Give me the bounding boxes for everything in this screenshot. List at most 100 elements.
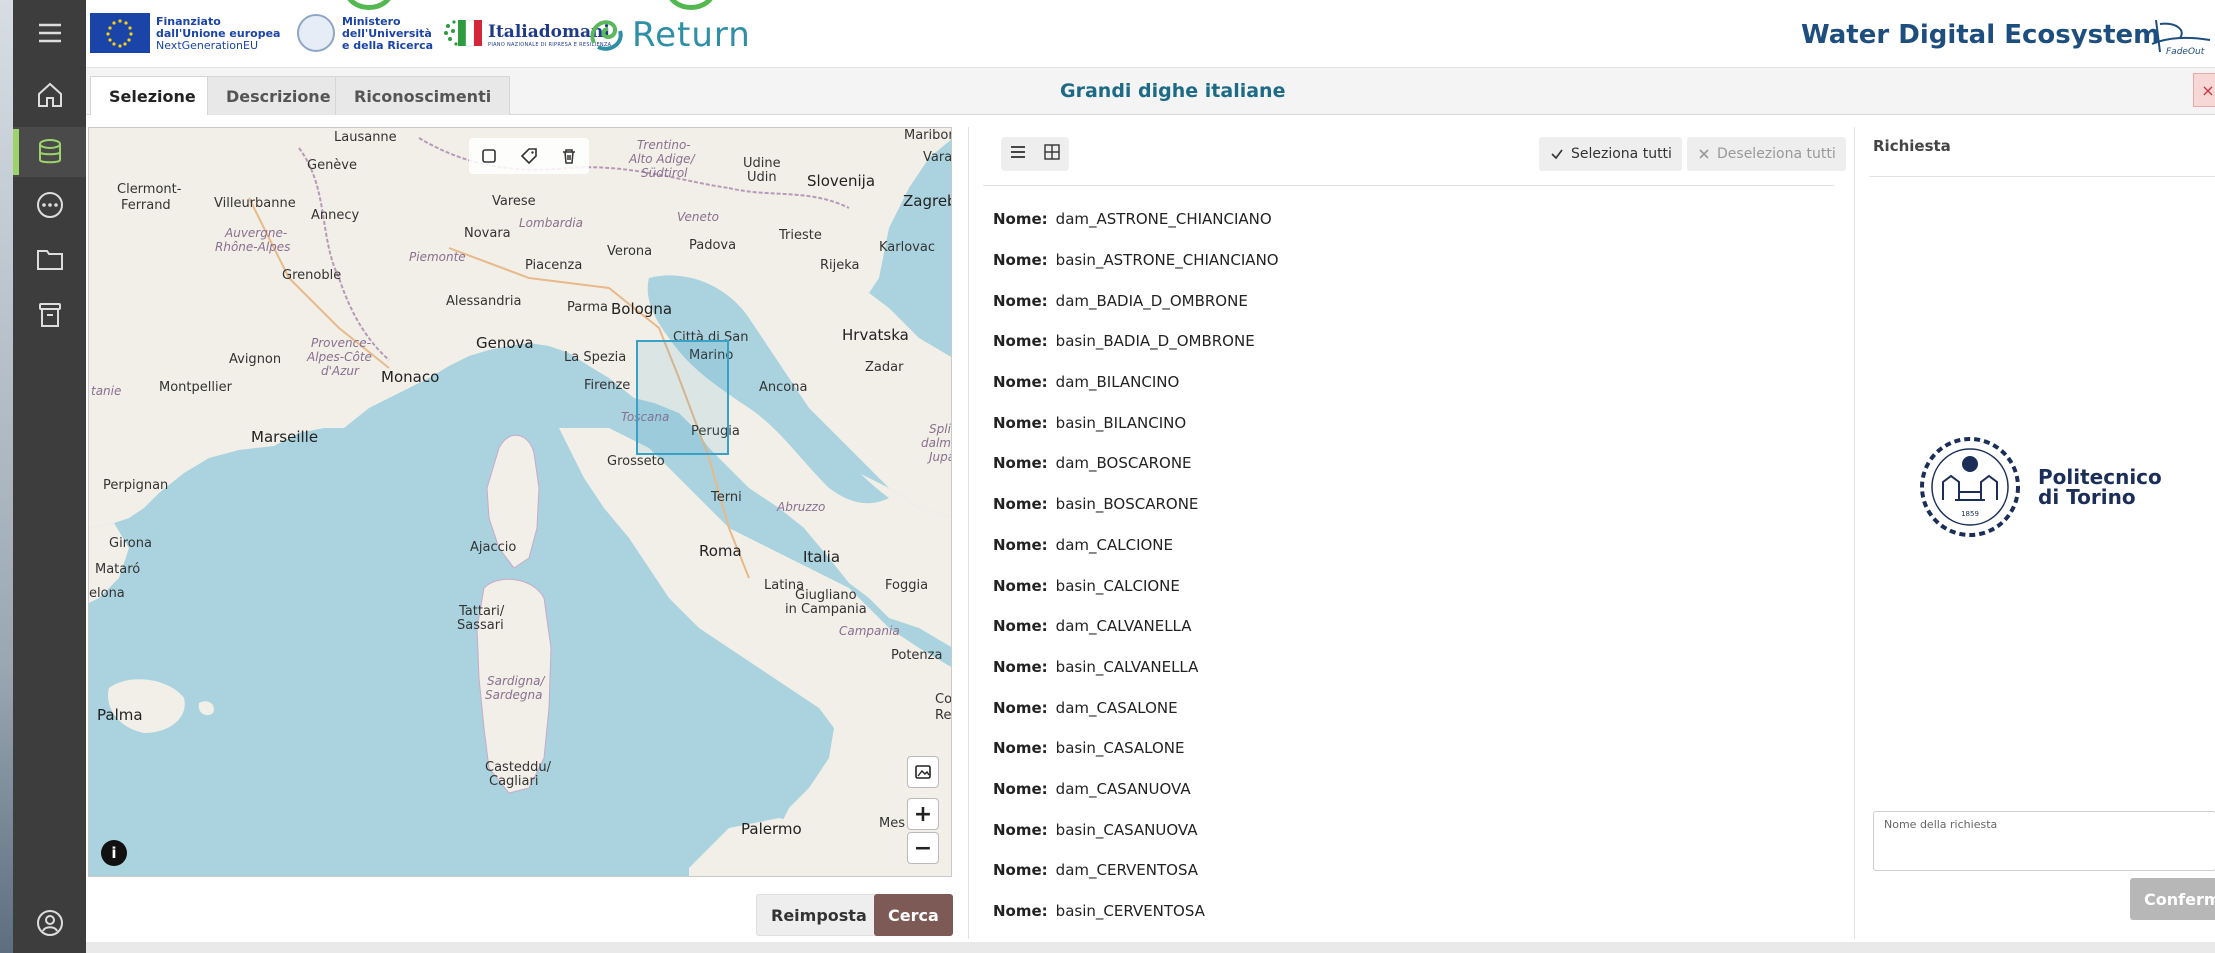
list-item[interactable]: Nome: basin_BOSCARONE bbox=[993, 484, 1833, 525]
list-item[interactable]: Nome: dam_BILANCINO bbox=[993, 362, 1833, 403]
map-label: Lausanne bbox=[334, 130, 397, 145]
zoom-out-button[interactable]: − bbox=[907, 832, 939, 864]
map-label: Alessandria bbox=[446, 294, 522, 309]
list-item-key: Nome: bbox=[993, 779, 1048, 798]
map-label: Rijeka bbox=[820, 258, 860, 273]
map-label: Sardigna/ bbox=[487, 674, 545, 688]
trash-icon[interactable] bbox=[558, 145, 580, 167]
list-item[interactable]: Nome: dam_CASANUOVA bbox=[993, 769, 1833, 810]
more-icon[interactable] bbox=[13, 180, 86, 230]
list-item[interactable]: Nome: basin_CASANUOVA bbox=[993, 809, 1833, 850]
image-layer-icon[interactable] bbox=[907, 756, 939, 788]
tag-icon[interactable] bbox=[518, 145, 540, 167]
close-button[interactable]: × bbox=[2193, 73, 2215, 107]
grid-view-icon[interactable] bbox=[1043, 143, 1061, 165]
map-label: Piemonte bbox=[409, 250, 466, 264]
politecnico-line-2: di Torino bbox=[2038, 485, 2136, 509]
tab-selezione[interactable]: Selezione bbox=[90, 76, 215, 115]
map-label: Rhône-Alpes bbox=[215, 240, 291, 254]
request-title: Richiesta bbox=[1873, 137, 1951, 155]
list-item-key: Nome: bbox=[993, 251, 1048, 270]
list-item-key: Nome: bbox=[993, 902, 1048, 921]
return-logo: Return bbox=[586, 10, 751, 60]
list-item-value: basin_BADIA_D_OMBRONE bbox=[1055, 332, 1255, 351]
list-item[interactable]: Nome: dam_ASTRONE_CHIANCIANO bbox=[993, 199, 1833, 240]
selection-rectangle[interactable] bbox=[636, 340, 729, 455]
list-item[interactable]: Nome: dam_CERVENTOSA bbox=[993, 850, 1833, 891]
deselect-all-button[interactable]: Deseleziona tutti bbox=[1687, 137, 1846, 171]
app-window: Finanziato dall'Unione europea NextGener… bbox=[0, 0, 2215, 953]
list-item-value: dam_BADIA_D_OMBRONE bbox=[1055, 291, 1248, 310]
map-label: Alto Adige/ bbox=[629, 152, 695, 166]
map-label: Co bbox=[935, 692, 952, 707]
map-label: Verona bbox=[607, 244, 653, 259]
list-item-value: basin_CALVANELLA bbox=[1055, 657, 1199, 676]
list-item[interactable]: Nome: basin_ASTRONE_CHIANCIANO bbox=[993, 240, 1833, 281]
list-item-value: dam_ASTRONE_CHIANCIANO bbox=[1055, 210, 1272, 229]
menu-icon[interactable] bbox=[13, 8, 86, 58]
list-item-key: Nome: bbox=[993, 210, 1048, 229]
user-icon[interactable] bbox=[13, 898, 86, 948]
zoom-in-button[interactable]: + bbox=[907, 798, 939, 830]
list-item[interactable]: Nome: dam_CASALONE bbox=[993, 687, 1833, 728]
list-item[interactable]: Nome: dam_CALVANELLA bbox=[993, 606, 1833, 647]
archive-icon[interactable] bbox=[13, 290, 86, 340]
list-item-value: basin_CERVENTOSA bbox=[1055, 902, 1205, 921]
request-name-field[interactable]: Nome della richiesta bbox=[1873, 811, 2215, 871]
list-view-icon[interactable] bbox=[1009, 143, 1027, 165]
request-name-label: Nome della richiesta bbox=[1884, 818, 1998, 831]
database-icon[interactable] bbox=[13, 127, 86, 177]
list-item[interactable]: Nome: basin_CASALONE bbox=[993, 728, 1833, 769]
decorative-circle bbox=[666, 0, 716, 10]
map-label: Padova bbox=[689, 238, 737, 253]
map-label: Alpes-Côte bbox=[307, 350, 372, 364]
reset-button[interactable]: Reimposta bbox=[756, 894, 882, 936]
list-item-key: Nome: bbox=[993, 454, 1048, 473]
list-item[interactable]: Nome: basin_CERVENTOSA bbox=[993, 891, 1833, 932]
politecnico-name: Politecnico di Torino bbox=[2038, 467, 2162, 507]
map-label: Tattari/ bbox=[459, 604, 505, 619]
map-label: Parma bbox=[567, 300, 608, 315]
list-item-key: Nome: bbox=[993, 495, 1048, 514]
request-name-input[interactable] bbox=[1882, 836, 2202, 864]
divider bbox=[983, 185, 1834, 186]
list-item-value: basin_CASANUOVA bbox=[1055, 820, 1198, 839]
list-item[interactable]: Nome: dam_BADIA_D_OMBRONE bbox=[993, 280, 1833, 321]
list-item[interactable]: Nome: basin_BILANCINO bbox=[993, 402, 1833, 443]
tab-descrizione[interactable]: Descrizione bbox=[207, 76, 350, 115]
list-item[interactable]: Nome:dam_CHIOCCHIO bbox=[993, 931, 1833, 939]
home-icon[interactable] bbox=[13, 70, 86, 120]
map-label: Genève bbox=[307, 158, 358, 173]
list-item-value: dam_BOSCARONE bbox=[1055, 454, 1192, 473]
folder-icon[interactable] bbox=[13, 234, 86, 284]
request-panel: Richiesta 1859 Politecnico di Torino Nom… bbox=[1854, 127, 2215, 939]
map-view[interactable]: Lausanne Genève Clermont- Ferrand Villeu… bbox=[88, 127, 952, 877]
list-item[interactable]: Nome: basin_BADIA_D_OMBRONE bbox=[993, 321, 1833, 362]
eu-flag-logo bbox=[90, 13, 150, 53]
map-label: Palma bbox=[97, 706, 143, 724]
bottom-edge bbox=[86, 942, 2215, 953]
map-label: Roma bbox=[699, 542, 742, 560]
map-label: Provence- bbox=[311, 336, 371, 350]
tab-riconoscimenti[interactable]: Riconoscimenti bbox=[335, 76, 511, 115]
map-label: Villeurbanne bbox=[214, 196, 296, 211]
map-label: Novara bbox=[464, 226, 511, 241]
map-label: Foggia bbox=[885, 578, 929, 593]
list-item[interactable]: Nome: dam_BOSCARONE bbox=[993, 443, 1833, 484]
map-label: Cagliari bbox=[489, 774, 539, 789]
draw-rectangle-icon[interactable] bbox=[478, 145, 500, 167]
list-item[interactable]: Nome: basin_CALCIONE bbox=[993, 565, 1833, 606]
return-logo-text: Return bbox=[632, 15, 751, 55]
search-button[interactable]: Cerca bbox=[874, 894, 953, 936]
map-info-icon[interactable]: i bbox=[101, 840, 127, 866]
list-item-value: dam_CALVANELLA bbox=[1055, 617, 1192, 636]
map-label: Hrvatska bbox=[842, 326, 909, 344]
list-item[interactable]: Nome: basin_CALVANELLA bbox=[993, 647, 1833, 688]
list-item-value: basin_BILANCINO bbox=[1055, 413, 1187, 432]
confirm-button[interactable]: Conferma bbox=[2130, 878, 2215, 920]
map-label: Trieste bbox=[779, 228, 822, 243]
map-label: elona bbox=[89, 586, 125, 601]
select-all-button[interactable]: Seleziona tutti bbox=[1539, 137, 1682, 171]
map-label: Genova bbox=[476, 334, 534, 352]
list-item[interactable]: Nome: dam_CALCIONE bbox=[993, 525, 1833, 566]
